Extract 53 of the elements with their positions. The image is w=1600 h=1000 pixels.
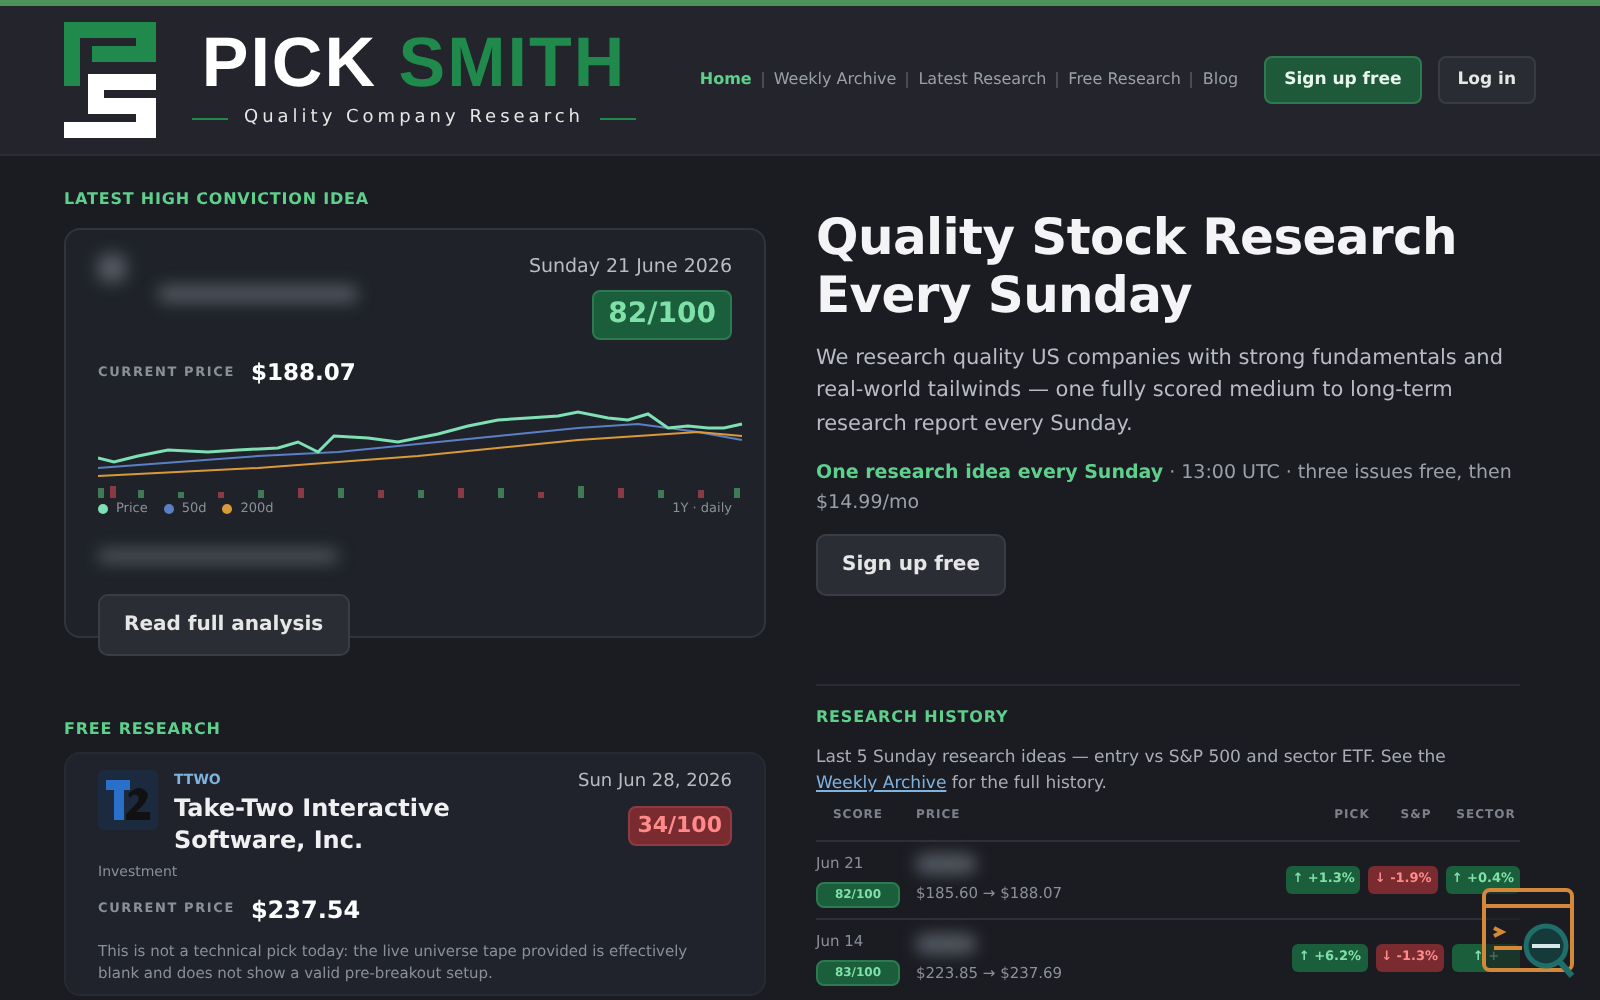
brand-name: PICK SMITH <box>201 27 627 98</box>
logo-placeholder <box>916 854 976 875</box>
archive-link[interactable]: Weekly Archive <box>816 774 947 795</box>
research-date: Sun Jun 28, 2026 <box>578 770 732 796</box>
legend-dot-icon <box>98 503 108 514</box>
volume-bar <box>298 487 304 497</box>
section-label: LATEST HIGH CONVICTION IDEA <box>64 188 372 212</box>
login-button[interactable]: Log in <box>1437 55 1536 105</box>
section-label: RESEARCH HISTORY <box>816 706 1011 731</box>
hero-description: We research quality US companies with strong fundamentals and real-world tailwinds — one fully scored medium to long-term research report every Sunday. <box>816 343 1505 441</box>
nav-link[interactable]: Home <box>689 68 762 92</box>
volume-bar <box>658 489 664 497</box>
logo-placeholder <box>98 254 126 282</box>
volume-bar <box>538 491 544 497</box>
read-analysis-button[interactable]: Read full analysis <box>98 594 350 657</box>
volume-bar <box>578 485 584 497</box>
nav-link[interactable]: Weekly Archive <box>763 68 907 92</box>
volume-bar <box>618 487 624 497</box>
volume-bar <box>734 487 740 497</box>
volume-bar <box>458 487 464 497</box>
company-logo-icon <box>98 770 158 830</box>
sign-up-button[interactable]: Sign up free <box>816 534 1006 597</box>
idea-date: Sunday 21 June 2026 <box>528 254 732 282</box>
volume-bar <box>498 487 504 497</box>
logo-placeholder <box>916 933 976 954</box>
volume-bar <box>98 487 104 497</box>
volume-bar <box>418 489 424 497</box>
hero-title: Quality Stock Research Every Sunday <box>816 208 1460 325</box>
nav-link[interactable]: Latest Research <box>908 68 1057 92</box>
document-search-icon <box>1482 888 1578 980</box>
sign-up-button[interactable]: Sign up free <box>1264 55 1422 105</box>
score-badge: 34/100 <box>627 805 732 846</box>
history-intro: Last 5 Sunday research ideas — entry vs S&P 500 and sector ETF. See the Weekly Archive for the full history. <box>816 746 1448 798</box>
legend-dot-icon <box>163 503 174 514</box>
section-label: FREE RESEARCH <box>64 718 223 742</box>
company-name: Take-Two Interactive Software, Inc. <box>174 791 452 859</box>
volume-bar <box>338 487 344 497</box>
score-badge: 82/100 <box>592 290 732 341</box>
nav-link[interactable]: Free Research <box>1058 68 1191 92</box>
brand-tagline: Quality Company Research <box>244 105 584 132</box>
volume-bar <box>178 491 184 497</box>
nav-link[interactable]: Blog <box>1192 68 1249 92</box>
volume-bar <box>698 489 704 497</box>
logo-icon <box>64 22 160 138</box>
schedule-text: One research idea every Sunday · 13:00 UTC · three issues free, then $14.99/mo <box>816 459 1514 519</box>
current-price: $188.07 <box>250 356 356 391</box>
volume-bar <box>258 489 264 497</box>
volume-bar <box>218 491 224 497</box>
volume-bar <box>138 489 144 497</box>
legend-dot-icon <box>222 503 233 514</box>
current-price: $237.54 <box>250 893 361 928</box>
volume-bar <box>378 489 384 497</box>
volume-bar <box>110 485 116 497</box>
